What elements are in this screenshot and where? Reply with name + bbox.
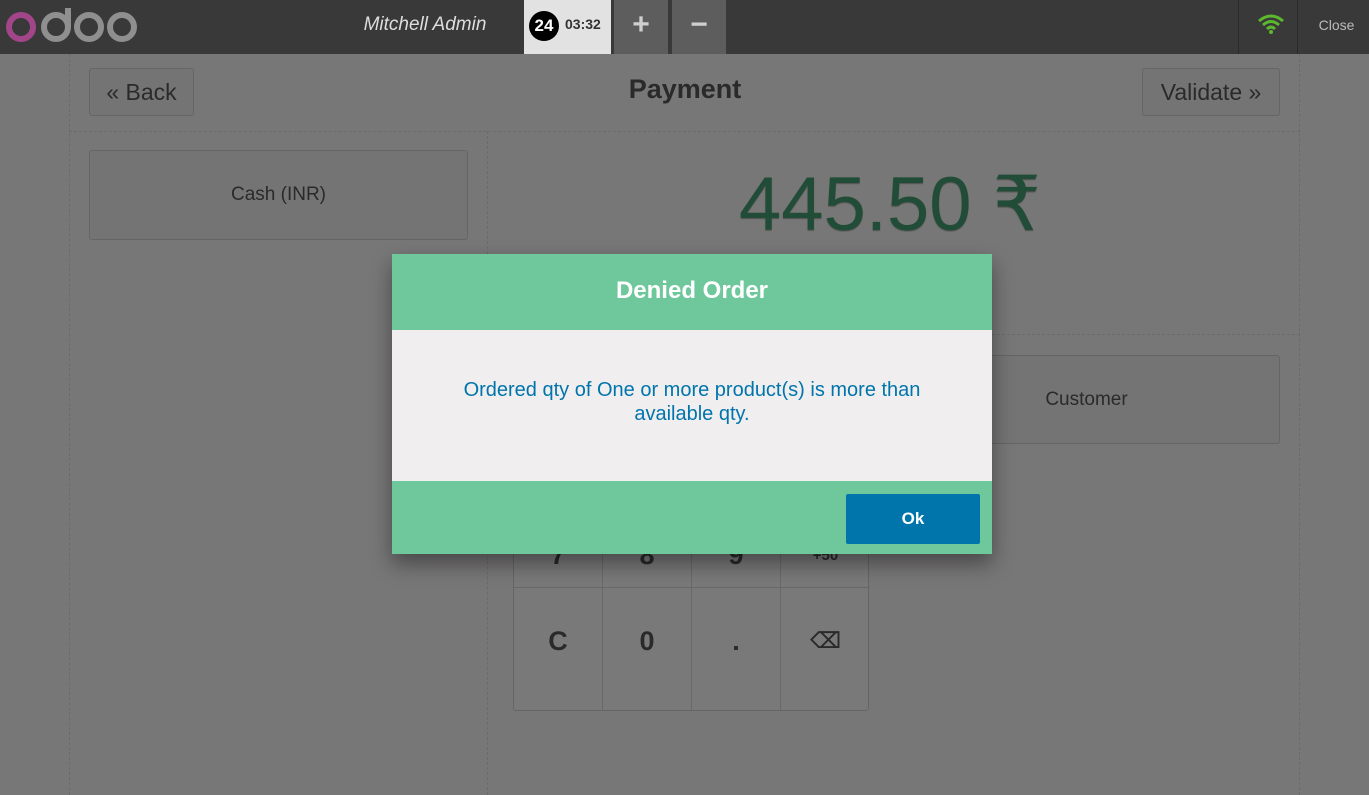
cashier-name[interactable]: Mitchell Admin (320, 14, 530, 36)
wifi-icon (1258, 14, 1284, 34)
order-number-badge: 24 (529, 11, 559, 41)
connection-status[interactable] (1238, 0, 1298, 54)
order-tab[interactable]: 24 03:32 (524, 0, 611, 54)
dialog-message: Ordered qty of One or more product(s) is… (463, 379, 921, 425)
order-time: 03:32 (565, 16, 601, 32)
add-order-button[interactable]: + (614, 0, 668, 54)
ok-button[interactable]: Ok (846, 494, 980, 544)
dialog-footer: Ok (392, 481, 992, 554)
denied-order-dialog: Denied Order Ordered qty of One or more … (392, 254, 992, 554)
dialog-title: Denied Order (392, 254, 992, 330)
pos-topbar: Mitchell Admin 24 03:32 + − Close (0, 0, 1369, 54)
close-button[interactable]: Close (1304, 0, 1369, 54)
remove-order-button[interactable]: − (672, 0, 726, 54)
odoo-logo (6, 8, 137, 42)
